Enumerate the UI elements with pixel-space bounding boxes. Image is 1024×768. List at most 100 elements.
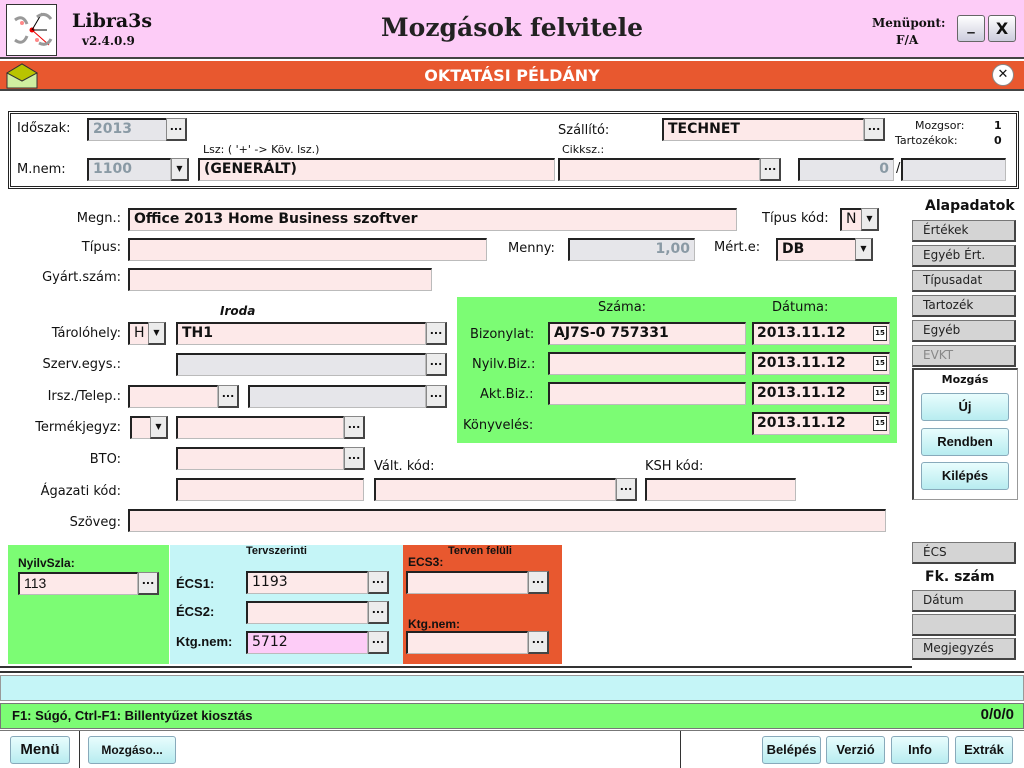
termekjegyz-label: Termékjegyz: xyxy=(35,420,121,435)
tarolohely-input[interactable]: TH1 xyxy=(176,322,426,345)
mozgaso-button[interactable]: Mozgáso... xyxy=(88,736,176,764)
irsz-lookup-button[interactable]: ... xyxy=(218,385,239,408)
ktgnem2-input[interactable] xyxy=(406,631,528,654)
cikksz-lookup-button[interactable]: ... xyxy=(760,158,781,181)
ecs3-input[interactable] xyxy=(406,571,528,594)
szoveg-label: Szöveg: xyxy=(69,515,121,530)
date-value: 2013.11.12 xyxy=(757,325,846,341)
minimize-button[interactable]: _ xyxy=(957,15,985,42)
menny-input[interactable]: 1,00 xyxy=(568,238,695,261)
tartozekok-label: Tartozékok: xyxy=(895,134,958,147)
info-button[interactable]: Info xyxy=(891,736,949,764)
nyilvszla-input[interactable]: 113 xyxy=(18,572,138,595)
cikksz-input[interactable] xyxy=(558,158,760,181)
szallito-lookup-button[interactable]: ... xyxy=(864,118,885,141)
ktgnem-lookup-button[interactable]: ... xyxy=(368,631,389,654)
rendben-button[interactable]: Rendben xyxy=(921,428,1009,456)
ktgnem2-lookup-button[interactable]: ... xyxy=(528,631,549,654)
aktbiz-number-input[interactable] xyxy=(548,382,746,405)
count2-input[interactable] xyxy=(901,158,1006,181)
tarolohely-lookup-button[interactable]: ... xyxy=(426,322,447,345)
megn-input[interactable]: Office 2013 Home Business szoftver xyxy=(128,208,737,231)
count-input[interactable]: 0 xyxy=(798,158,894,181)
ecs1-input[interactable]: 1193 xyxy=(246,571,368,594)
extrak-button[interactable]: Extrák xyxy=(955,736,1013,764)
mnem-select[interactable]: 1100 xyxy=(87,158,171,181)
ecs2-input[interactable] xyxy=(246,601,368,624)
tarolohely-select[interactable]: H xyxy=(128,322,150,345)
menu-button[interactable]: Menü xyxy=(10,736,70,764)
fkszam-tab[interactable]: Fk. szám xyxy=(925,569,995,585)
gyartszam-input[interactable] xyxy=(128,268,432,291)
alapadatok-tab[interactable]: Alapadatok xyxy=(925,198,1015,214)
kshkod-input[interactable] xyxy=(645,478,796,501)
app-name: Libra3s xyxy=(72,10,153,32)
tipuskod-dropdown-icon[interactable]: ▼ xyxy=(861,208,879,231)
gyartszam-label: Gyárt.szám: xyxy=(42,270,121,285)
szoveg-input[interactable] xyxy=(128,509,886,532)
merte-dropdown-icon[interactable]: ▼ xyxy=(855,238,873,261)
telep-input[interactable] xyxy=(248,385,426,408)
szerv-lookup-button[interactable]: ... xyxy=(426,353,447,376)
szerv-label: Szerv.egys.: xyxy=(42,357,121,372)
ecs1-lookup-button[interactable]: ... xyxy=(368,571,389,594)
tab-megjegyzes[interactable]: Megjegyzés xyxy=(912,638,1016,660)
belepes-button[interactable]: Belépés xyxy=(762,736,821,764)
mozgsor-value: 1 xyxy=(994,119,1002,132)
calendar-icon[interactable]: 15 xyxy=(873,386,887,401)
nyilvbiz-number-input[interactable] xyxy=(548,352,746,375)
close-button[interactable]: X xyxy=(988,15,1016,42)
merte-select[interactable]: DB xyxy=(776,238,856,261)
szallito-input[interactable]: TECHNET xyxy=(662,118,864,141)
message-bar xyxy=(0,675,1024,701)
nyilvbiz-date-input[interactable]: 2013.11.12 15 xyxy=(752,352,890,375)
tab-ertekek[interactable]: Értékek xyxy=(912,220,1016,242)
termekjegyz-lookup-button[interactable]: ... xyxy=(344,416,365,439)
ktgnem-input[interactable]: 5712 xyxy=(246,631,368,654)
calendar-icon[interactable]: 15 xyxy=(873,356,887,371)
tab-empty[interactable] xyxy=(912,614,1016,636)
telep-lookup-button[interactable]: ... xyxy=(426,385,447,408)
szama-label: Száma: xyxy=(598,300,647,315)
tab-tipusadat[interactable]: Típusadat xyxy=(912,270,1016,292)
ecs2-label: ÉCS2: xyxy=(176,604,215,619)
new-button[interactable]: Új xyxy=(921,393,1009,421)
tab-datum[interactable]: Dátum xyxy=(912,590,1016,612)
bto-lookup-button[interactable]: ... xyxy=(344,447,365,470)
tarolohely-dropdown-icon[interactable]: ▼ xyxy=(148,322,166,345)
ecs2-lookup-button[interactable]: ... xyxy=(368,601,389,624)
idoszak-input[interactable]: 2013 xyxy=(87,118,167,141)
termekjegyz-select[interactable] xyxy=(130,416,152,439)
valtkod-lookup-button[interactable]: ... xyxy=(616,478,637,501)
nyilvszla-lookup-button[interactable]: ... xyxy=(138,572,159,595)
ecs3-lookup-button[interactable]: ... xyxy=(528,571,549,594)
szerv-input[interactable] xyxy=(176,353,426,376)
bto-input[interactable] xyxy=(176,447,344,470)
bizonylat-date-input[interactable]: 2013.11.12 15 xyxy=(752,322,890,345)
kilepes-button[interactable]: Kilépés xyxy=(921,462,1009,490)
tipus-input[interactable] xyxy=(128,238,487,261)
aktbiz-date-input[interactable]: 2013.11.12 15 xyxy=(752,382,890,405)
agazati-input[interactable] xyxy=(176,478,364,501)
valtkod-input[interactable] xyxy=(374,478,616,501)
idoszak-lookup-button[interactable]: ... xyxy=(166,118,187,141)
tab-egyeb[interactable]: Egyéb xyxy=(912,320,1016,342)
calendar-icon[interactable]: 15 xyxy=(873,416,887,431)
lsz-input[interactable]: (GENERÁLT) xyxy=(198,158,555,181)
konyveles-date-input[interactable]: 2013.11.12 15 xyxy=(752,412,890,435)
menupont-label: Menüpont: xyxy=(872,16,946,30)
termekjegyz-dropdown-icon[interactable]: ▼ xyxy=(150,416,168,439)
tab-egyeb-ert[interactable]: Egyéb Ért. xyxy=(912,245,1016,267)
verzio-button[interactable]: Verzió xyxy=(826,736,885,764)
tipuskod-select[interactable]: N xyxy=(840,208,862,231)
bizonylat-number-input[interactable]: AJ7S-0 757331 xyxy=(548,322,746,345)
calendar-icon[interactable]: 15 xyxy=(873,326,887,341)
termekjegyz-input[interactable] xyxy=(176,416,344,439)
mnem-dropdown-icon[interactable]: ▼ xyxy=(171,158,189,181)
tab-tartozek[interactable]: Tartozék xyxy=(912,295,1016,317)
banner-close-icon[interactable]: ✕ xyxy=(992,64,1014,86)
irsz-input[interactable] xyxy=(128,385,218,408)
tab-ecs[interactable]: ÉCS xyxy=(912,542,1016,564)
tab-evkt[interactable]: EVKT xyxy=(912,345,1016,367)
window-title: Mozgások felvitele xyxy=(380,13,644,42)
